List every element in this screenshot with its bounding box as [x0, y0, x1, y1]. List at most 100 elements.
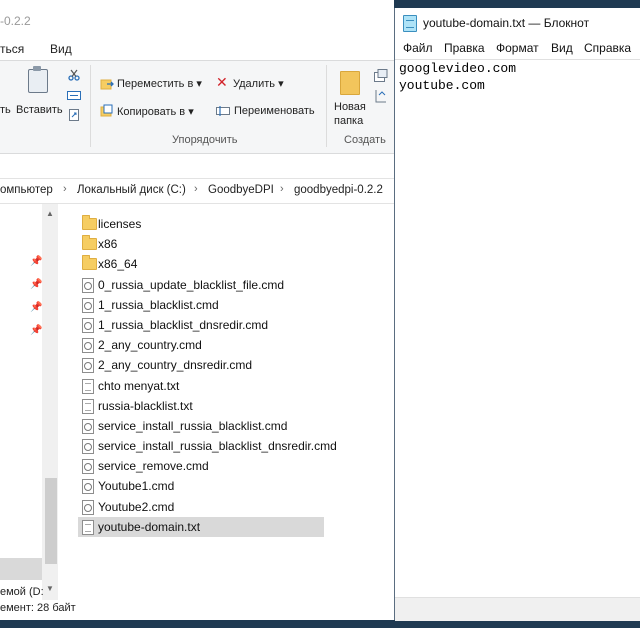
address-bar[interactable]: омпьютер › Локальный диск (C:) › Goodbye… — [0, 178, 394, 204]
cmd-file-icon — [82, 418, 94, 434]
file-row[interactable]: licenses — [78, 214, 328, 234]
cmd-file-icon — [82, 317, 94, 333]
file-name: 2_any_country_dnsredir.cmd — [98, 358, 253, 373]
file-row[interactable]: 1_russia_blacklist.cmd — [78, 295, 328, 315]
move-to-button[interactable]: Переместить в ▾ — [117, 77, 202, 90]
notepad-title-bar: youtube-domain.txt — Блокнот — [395, 8, 640, 38]
text-line: youtube.com — [399, 78, 485, 93]
new-folder-label-2: папка — [334, 115, 364, 127]
file-row[interactable]: service_install_russia_blacklist.cmd — [78, 416, 328, 436]
file-row[interactable]: 2_any_country.cmd — [78, 335, 328, 355]
tab-share[interactable]: ться — [0, 42, 24, 56]
nav-selected-item[interactable] — [0, 558, 42, 580]
new-folder-icon — [340, 71, 360, 95]
chevron-right-icon[interactable]: › — [280, 183, 284, 195]
scissors-icon[interactable] — [68, 69, 80, 81]
breadcrumb-goodbyedpi[interactable]: GoodbyeDPI — [208, 184, 274, 196]
cmd-file-icon — [82, 358, 94, 374]
file-row[interactable]: russia-blacklist.txt — [78, 396, 328, 416]
file-name: x86 — [98, 237, 118, 252]
file-row[interactable]: service_remove.cmd — [78, 456, 328, 476]
delete-button[interactable]: Удалить ▾ — [233, 77, 284, 90]
pin-icon[interactable]: 📌 — [30, 279, 42, 290]
file-row[interactable]: x86 — [78, 234, 328, 254]
cmd-file-icon — [82, 479, 94, 495]
file-row[interactable]: 1_russia_blacklist_dnsredir.cmd — [78, 315, 328, 335]
new-folder-button[interactable]: Новая — [334, 101, 366, 113]
breadcrumb-disk-c[interactable]: Локальный диск (C:) — [77, 184, 186, 196]
cmd-file-icon — [82, 499, 94, 515]
move-to-icon — [100, 79, 114, 90]
file-row[interactable]: Youtube2.cmd — [78, 497, 328, 517]
chevron-down-icon: ▾ — [196, 78, 202, 90]
scroll-up-icon[interactable]: ▲ — [46, 209, 54, 218]
notepad-text-area[interactable]: googlevideo.com youtube.com — [395, 59, 640, 598]
file-row[interactable]: chto menyat.txt — [78, 376, 328, 396]
file-name: 0_russia_update_blacklist_file.cmd — [98, 277, 285, 292]
ribbon-separator — [326, 65, 327, 147]
menu-view[interactable]: Вид — [551, 41, 573, 55]
file-name: 1_russia_blacklist_dnsredir.cmd — [98, 317, 269, 332]
cmd-file-icon — [82, 439, 94, 455]
breadcrumb-goodbyedpi-version[interactable]: goodbyedpi-0.2.2 — [294, 184, 383, 196]
file-name: licenses — [98, 217, 142, 231]
paste-shortcut-icon[interactable] — [68, 109, 80, 121]
menu-format[interactable]: Формат — [496, 41, 539, 55]
file-name: youtube-domain.txt — [98, 519, 201, 534]
file-row[interactable]: 0_russia_update_blacklist_file.cmd — [78, 275, 328, 295]
cmd-file-icon — [82, 297, 94, 313]
paste-button[interactable]: Вставить — [16, 104, 63, 116]
file-name: service_install_russia_blacklist_dnsredi… — [98, 439, 337, 454]
file-row[interactable]: youtube-domain.txt — [78, 516, 324, 537]
notepad-window: youtube-domain.txt — Блокнот Файл Правка… — [394, 8, 640, 621]
move-to-label: Переместить в — [117, 78, 194, 90]
rename-icon — [216, 106, 230, 116]
ribbon: ть Вставить Переместить в ▾ Копировать в — [0, 60, 394, 154]
pin-icon[interactable]: 📌 — [30, 325, 42, 336]
text-file-icon — [82, 378, 94, 394]
nav-scrollbar-thumb[interactable] — [45, 478, 57, 564]
breadcrumb-computer[interactable]: омпьютер — [0, 184, 53, 196]
copy-to-icon — [100, 104, 113, 117]
copy-path-icon[interactable] — [67, 91, 81, 100]
text-file-icon — [82, 398, 94, 414]
cmd-file-icon — [82, 277, 94, 293]
chevron-right-icon[interactable]: › — [194, 183, 198, 195]
file-row[interactable]: 2_any_country_dnsredir.cmd — [78, 355, 328, 375]
file-name: service_install_russia_blacklist.cmd — [98, 418, 288, 433]
file-row[interactable]: x86_64 — [78, 254, 328, 274]
copy-to-button[interactable]: Копировать в ▾ — [117, 105, 194, 118]
status-bar: емент: 28 байт — [0, 600, 394, 620]
rename-button[interactable]: Переименовать — [234, 105, 315, 117]
copy-to-label: Копировать в — [117, 106, 186, 118]
chevron-right-icon[interactable]: › — [63, 183, 67, 195]
folder-icon — [82, 235, 97, 251]
file-row[interactable]: Youtube1.cmd — [78, 476, 328, 496]
menu-help[interactable]: Справка — [584, 41, 631, 55]
delete-label: Удалить — [233, 78, 275, 90]
group-create-label: Создать — [344, 134, 386, 146]
tab-view[interactable]: Вид — [50, 42, 72, 56]
pin-icon[interactable]: 📌 — [30, 256, 42, 267]
menu-file[interactable]: Файл — [403, 41, 433, 55]
file-row[interactable]: service_install_russia_blacklist_dnsredi… — [78, 436, 337, 456]
text-file-icon — [82, 519, 94, 535]
easy-access-icon[interactable] — [374, 89, 388, 103]
explorer-title: -0.2.2 — [0, 14, 31, 28]
file-name: service_remove.cmd — [98, 459, 209, 474]
pin-icon[interactable]: 📌 — [30, 302, 42, 313]
notepad-icon — [403, 15, 417, 32]
nav-item-drive-d[interactable]: емой (D: — [0, 586, 44, 598]
chevron-down-icon: ▾ — [278, 78, 284, 90]
file-name: 1_russia_blacklist.cmd — [98, 297, 219, 312]
scroll-down-icon[interactable]: ▼ — [46, 584, 54, 593]
file-name: chto menyat.txt — [98, 378, 180, 393]
delete-icon: ✕ — [216, 74, 228, 90]
folder-icon — [82, 215, 97, 230]
new-item-icon[interactable] — [374, 69, 388, 82]
copy-path-button[interactable]: ть — [0, 104, 11, 116]
menu-edit[interactable]: Правка — [444, 41, 485, 55]
file-name: russia-blacklist.txt — [98, 398, 193, 413]
explorer-window: -0.2.2 ться Вид ть Вставить Переместить … — [0, 0, 394, 620]
notepad-menu-bar: Файл Правка Формат Вид Справка — [395, 38, 640, 58]
